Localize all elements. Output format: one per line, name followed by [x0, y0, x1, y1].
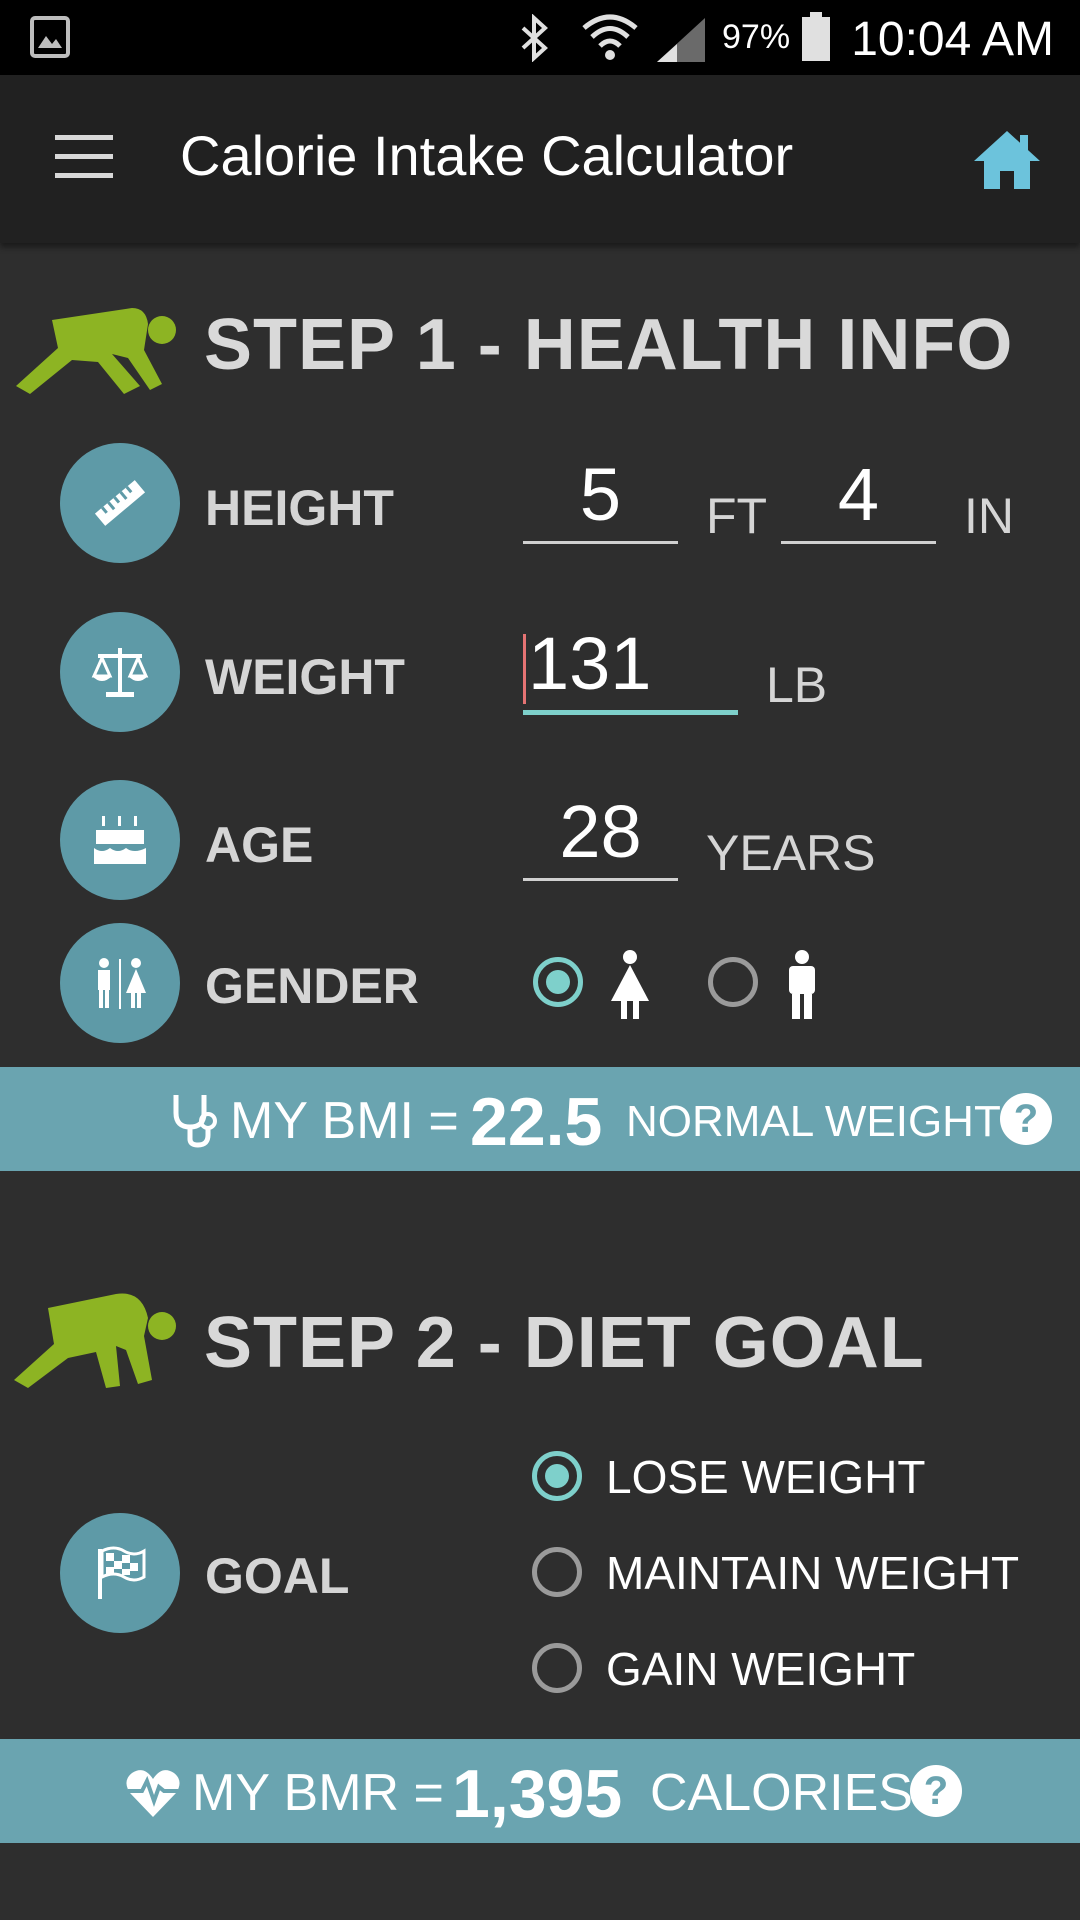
clock: 10:04 AM [851, 13, 1054, 66]
gender-icon [60, 923, 180, 1043]
weight-input[interactable]: 131 [523, 618, 738, 715]
goal-maintain-label[interactable]: MAINTAIN WEIGHT [606, 1546, 1019, 1600]
feet-unit: FT [706, 488, 768, 544]
cake-icon [60, 780, 180, 900]
bmi-status: NORMAL WEIGHT [626, 1097, 1001, 1146]
height-inches-input[interactable]: 4 [781, 449, 936, 544]
age-row: AGE 28 YEARS [0, 778, 1080, 902]
female-icon[interactable] [605, 949, 655, 1019]
runner-icon [14, 1293, 176, 1388]
text-cursor [523, 634, 526, 705]
ruler-icon [60, 443, 180, 563]
step1-header: STEP 1 - HEALTH INFO [0, 280, 1080, 400]
height-row: HEIGHT 5 FT 4 IN [0, 441, 1080, 565]
bmr-help-icon[interactable]: ? [910, 1765, 962, 1817]
bmr-value: 1,395 [452, 1756, 623, 1832]
age-label: AGE [205, 817, 314, 873]
stethoscope-icon [173, 1095, 217, 1148]
home-icon[interactable] [972, 127, 1042, 191]
goal-gain-label[interactable]: GAIN WEIGHT [606, 1642, 915, 1696]
step1-title: STEP 1 - HEALTH INFO [204, 305, 1014, 385]
weight-row: WEIGHT 131 LB [0, 610, 1080, 734]
menu-icon[interactable] [55, 135, 113, 179]
inches-unit: IN [964, 488, 1014, 544]
bluetooth-icon [521, 14, 548, 62]
goal-row: GOAL LOSE WEIGHT MAINTAIN WEIGHT GAIN WE… [0, 1447, 1080, 1707]
gender-male-radio[interactable] [708, 957, 758, 1007]
app-bar: Calorie Intake Calculator [0, 75, 1080, 243]
bmr-unit: CALORIES [650, 1764, 913, 1822]
goal-gain-radio[interactable] [532, 1643, 582, 1693]
wifi-icon [582, 14, 638, 60]
battery-percent: 97% [722, 18, 791, 56]
weight-label: WEIGHT [205, 649, 405, 705]
signal-icon [657, 18, 705, 62]
bmi-help-icon[interactable]: ? [1000, 1093, 1052, 1145]
status-bar: 97% 10:04 AM [0, 0, 1080, 75]
step2-title: STEP 2 - DIET GOAL [204, 1303, 925, 1383]
goal-label: GOAL [205, 1548, 350, 1604]
gender-row: GENDER [0, 921, 1080, 1045]
scale-icon [60, 612, 180, 732]
height-label: HEIGHT [205, 480, 394, 536]
heartbeat-icon [126, 1770, 180, 1817]
bmi-banner: MY BMI = 22.5 NORMAL WEIGHT ? [0, 1067, 1080, 1171]
gender-label: GENDER [205, 958, 419, 1014]
runner-icon [16, 308, 176, 394]
gender-female-radio[interactable] [533, 957, 583, 1007]
height-feet-input[interactable]: 5 [523, 449, 678, 544]
bmi-value: 22.5 [470, 1084, 603, 1160]
bmr-banner: MY BMR = 1,395 CALORIES ? [0, 1739, 1080, 1843]
weight-unit: LB [766, 657, 828, 713]
gallery-icon [30, 16, 70, 58]
bmr-label: MY BMR = [192, 1764, 444, 1822]
step2-header: STEP 2 - DIET GOAL [0, 1278, 1080, 1398]
age-unit: YEARS [706, 825, 876, 881]
male-icon[interactable] [780, 949, 824, 1019]
app-title: Calorie Intake Calculator [180, 124, 794, 187]
age-input[interactable]: 28 [523, 786, 678, 881]
goal-lose-label[interactable]: LOSE WEIGHT [606, 1450, 925, 1504]
weight-value: 131 [528, 622, 652, 705]
bmi-label: MY BMI = [230, 1092, 459, 1150]
flag-icon [60, 1513, 180, 1633]
battery-icon [802, 12, 830, 61]
goal-lose-radio[interactable] [532, 1451, 582, 1501]
goal-maintain-radio[interactable] [532, 1547, 582, 1597]
